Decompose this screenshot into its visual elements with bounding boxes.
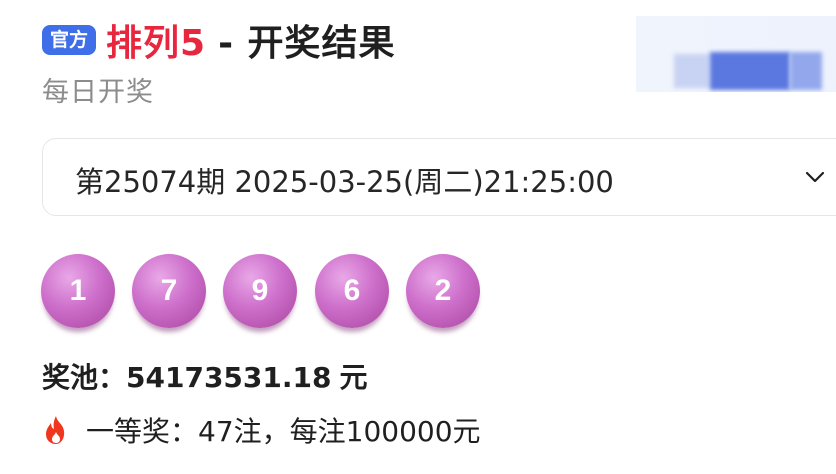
prize-pool: 奖池：54173531.18 元	[42, 356, 368, 396]
period-selector[interactable]: 第25074期 2025-03-25(周二)21:25:00	[42, 138, 836, 216]
page-title: - 开奖结果	[218, 23, 396, 64]
official-badge: 官方	[42, 25, 97, 55]
lottery-result-page: 官方 排列5 - 开奖结果 每日开奖 第25074期 2025-03-25(周二…	[0, 0, 836, 474]
pool-amount: 54173531.18	[126, 361, 332, 394]
number-ball: 1	[41, 254, 115, 328]
fire-icon	[46, 416, 65, 444]
game-name: 排列5	[106, 23, 207, 64]
banner-block	[674, 54, 710, 88]
draw-frequency: 每日开奖	[42, 77, 154, 108]
first-prize-text: 一等奖：47注，每注100000元	[86, 415, 481, 448]
number-ball: 9	[223, 254, 297, 328]
banner-block	[710, 52, 790, 90]
number-ball: 7	[132, 254, 206, 328]
number-ball: 2	[406, 254, 480, 328]
promo-banner[interactable]	[636, 16, 836, 92]
number-ball: 6	[315, 254, 389, 328]
first-prize-info: 一等奖：47注，每注100000元	[42, 410, 481, 450]
pool-unit: 元	[339, 361, 368, 394]
period-label: 第25074期 2025-03-25(周二)21:25:00	[75, 165, 614, 199]
chevron-down-icon	[805, 171, 825, 183]
pool-label: 奖池：	[42, 361, 127, 394]
banner-block	[790, 52, 822, 90]
header: 官方 排列5 - 开奖结果	[42, 14, 396, 66]
